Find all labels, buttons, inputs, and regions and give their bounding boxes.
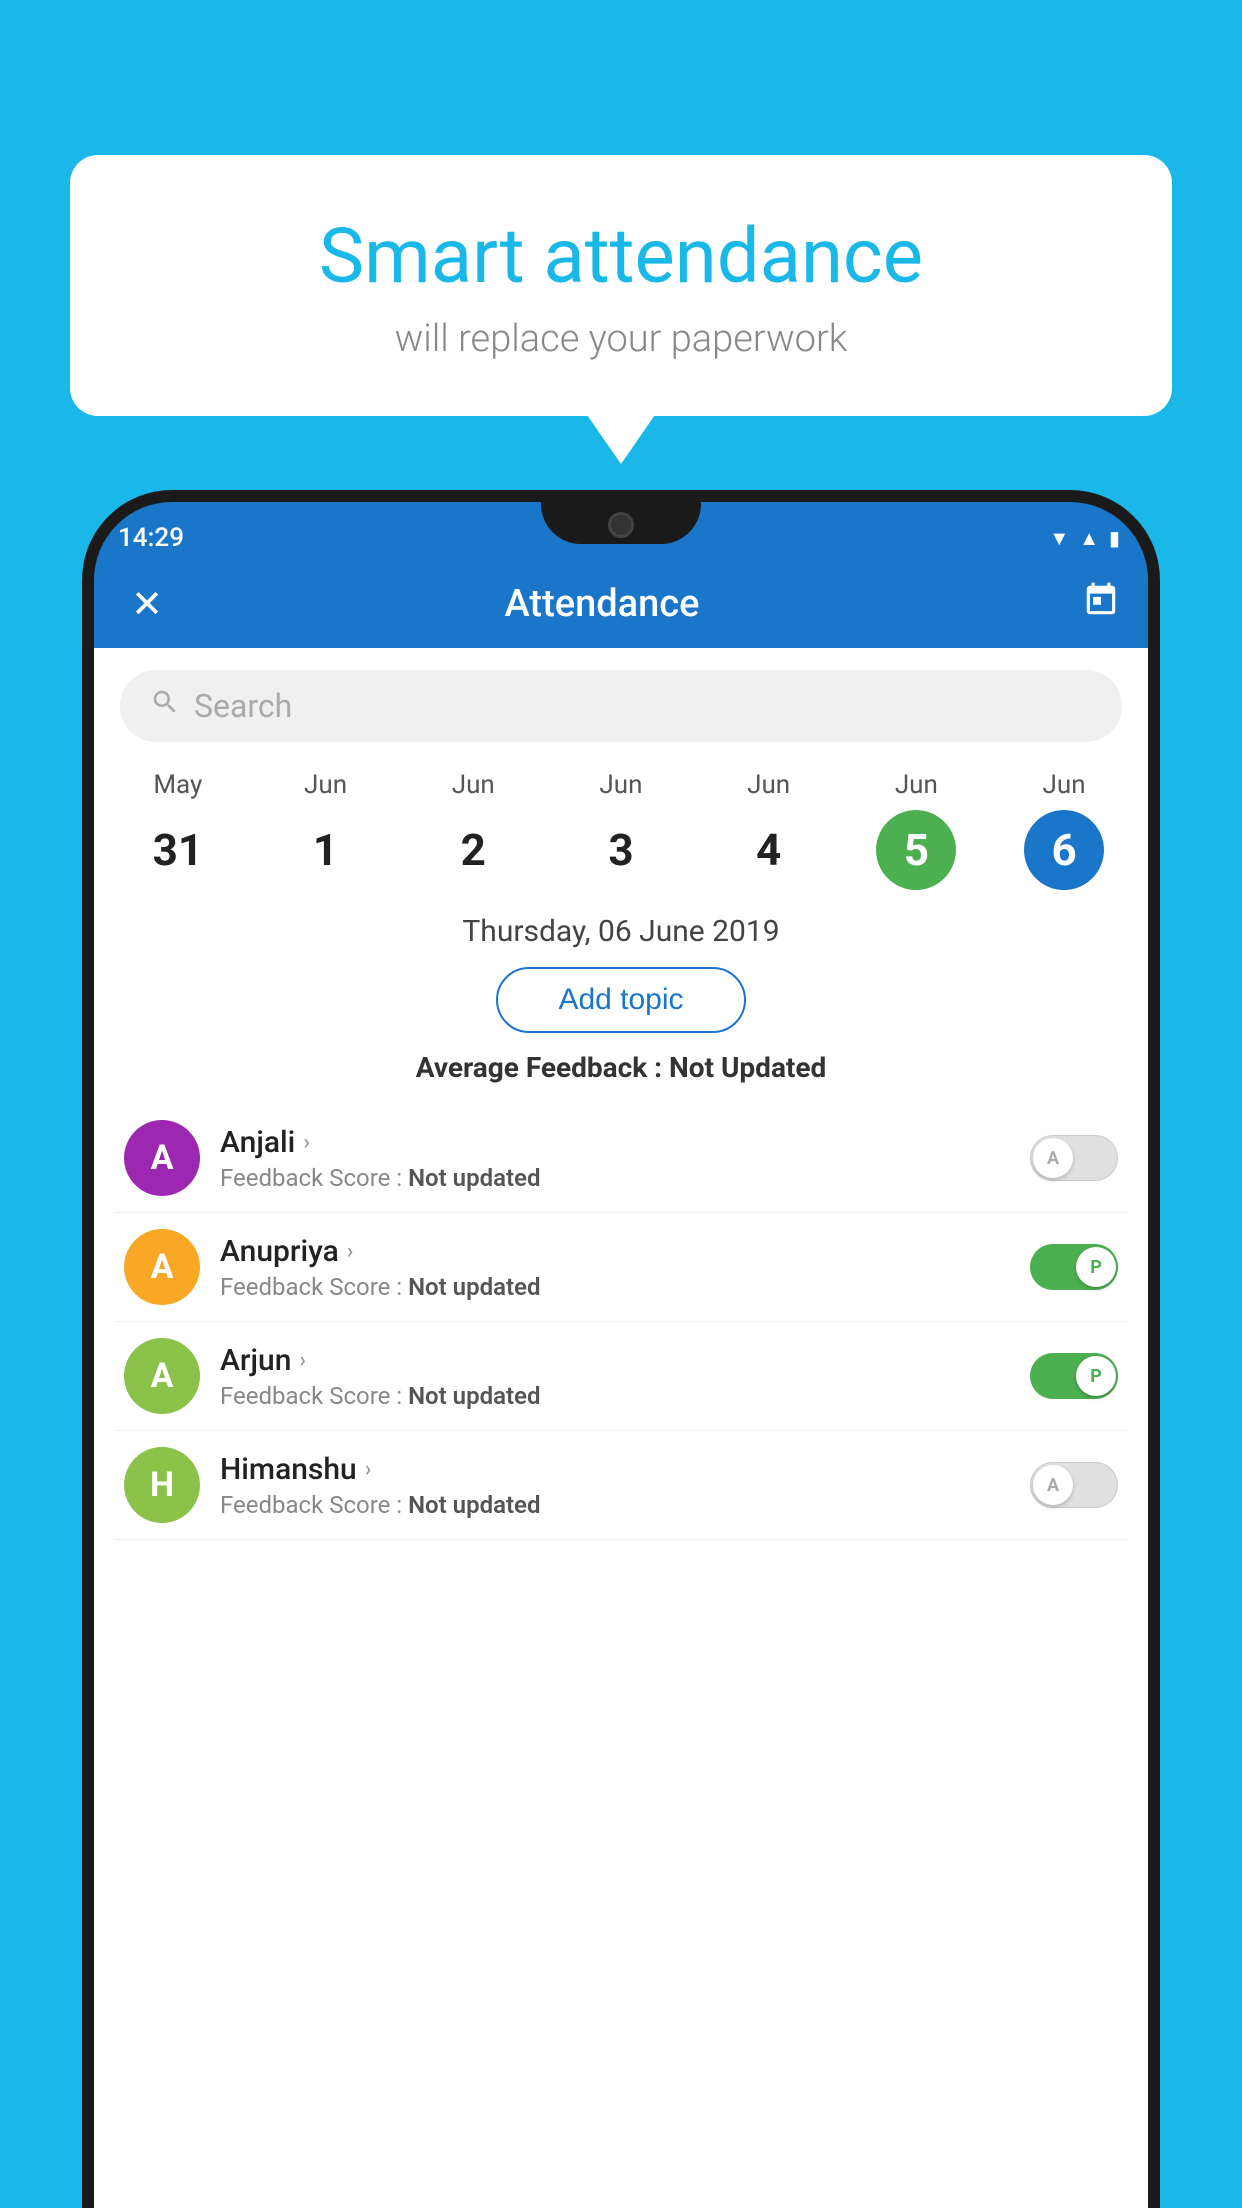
app-bar: ✕ Attendance xyxy=(94,560,1148,648)
cal-month-label: Jun xyxy=(1043,770,1086,800)
student-info: Himanshu › Feedback Score : Not updated xyxy=(220,1452,1010,1519)
avatar: A xyxy=(124,1229,200,1305)
cal-month-label: Jun xyxy=(304,770,347,800)
student-row[interactable]: A Arjun › Feedback Score : Not updated P xyxy=(114,1322,1128,1431)
toggle-knob: P xyxy=(1076,1356,1116,1396)
avatar: A xyxy=(124,1120,200,1196)
cal-month-label: Jun xyxy=(895,770,938,800)
phone-inner: 14:29 ▼ ▲ ▮ ✕ Attendance xyxy=(94,502,1148,2208)
speech-bubble-container: Smart attendance will replace your paper… xyxy=(70,155,1172,416)
cal-month-label: Jun xyxy=(747,770,790,800)
student-info: Arjun › Feedback Score : Not updated xyxy=(220,1343,1010,1410)
avg-feedback-value: Not Updated xyxy=(669,1051,826,1084)
toggle-knob: A xyxy=(1033,1138,1073,1178)
chevron-icon: › xyxy=(365,1457,372,1482)
status-icons: ▼ ▲ ▮ xyxy=(1049,512,1120,551)
student-row[interactable]: H Himanshu › Feedback Score : Not updated A xyxy=(114,1431,1128,1540)
feedback-score: Feedback Score : Not updated xyxy=(220,1273,1010,1301)
toggle-switch[interactable]: P xyxy=(1030,1353,1118,1399)
phone-notch xyxy=(541,502,701,544)
student-row[interactable]: A Anupriya › Feedback Score : Not updated P xyxy=(114,1213,1128,1322)
student-name: Anjali › xyxy=(220,1125,1010,1160)
signal-icon: ▲ xyxy=(1079,526,1099,551)
cal-date-number[interactable]: 3 xyxy=(581,810,661,890)
calendar-day[interactable]: May 31 xyxy=(128,770,228,890)
wifi-icon: ▼ xyxy=(1049,526,1069,551)
student-row[interactable]: A Anjali › Feedback Score : Not updated A xyxy=(114,1104,1128,1213)
calendar-day[interactable]: Jun 1 xyxy=(276,770,376,890)
calendar-day[interactable]: Jun 5 xyxy=(866,770,966,890)
cal-date-number[interactable]: 31 xyxy=(138,810,218,890)
front-camera xyxy=(608,512,634,538)
search-icon xyxy=(150,687,180,725)
toggle-switch[interactable]: A xyxy=(1030,1462,1118,1508)
attendance-toggle[interactable]: P xyxy=(1030,1353,1118,1399)
cal-date-number[interactable]: 4 xyxy=(729,810,809,890)
search-placeholder: Search xyxy=(194,687,292,725)
search-bar[interactable]: Search xyxy=(120,670,1122,742)
chevron-icon: › xyxy=(303,1130,310,1155)
feedback-score: Feedback Score : Not updated xyxy=(220,1164,1010,1192)
cal-month-label: Jun xyxy=(452,770,495,800)
student-info: Anupriya › Feedback Score : Not updated xyxy=(220,1234,1010,1301)
calendar-day[interactable]: Jun 6 xyxy=(1014,770,1114,890)
attendance-toggle[interactable]: P xyxy=(1030,1244,1118,1290)
phone-frame: 14:29 ▼ ▲ ▮ ✕ Attendance xyxy=(82,490,1160,2208)
feedback-score: Feedback Score : Not updated xyxy=(220,1382,1010,1410)
app-bar-title: Attendance xyxy=(122,582,1082,626)
calendar-day[interactable]: Jun 3 xyxy=(571,770,671,890)
attendance-toggle[interactable]: A xyxy=(1030,1462,1118,1508)
student-name: Anupriya › xyxy=(220,1234,1010,1269)
battery-icon: ▮ xyxy=(1109,526,1120,550)
avg-feedback-label: Average Feedback : xyxy=(416,1051,662,1084)
speech-bubble: Smart attendance will replace your paper… xyxy=(70,155,1172,416)
feedback-score: Feedback Score : Not updated xyxy=(220,1491,1010,1519)
chevron-icon: › xyxy=(299,1348,306,1373)
student-info: Anjali › Feedback Score : Not updated xyxy=(220,1125,1010,1192)
toggle-knob: P xyxy=(1076,1247,1116,1287)
avg-feedback: Average Feedback : Not Updated xyxy=(94,1051,1148,1084)
cal-month-label: May xyxy=(153,770,202,800)
screen-content: Search May 31 Jun 1 Jun 2 Jun 3 Jun 4 Jun 5 Jun 6 Thu… xyxy=(94,648,1148,2208)
student-list: AAnjali ›Feedback Score : Not updatedAAA… xyxy=(94,1104,1148,1540)
bubble-title: Smart attendance xyxy=(140,215,1102,299)
calendar-icon[interactable] xyxy=(1082,581,1120,628)
cal-date-number[interactable]: 1 xyxy=(286,810,366,890)
avatar: H xyxy=(124,1447,200,1523)
calendar-strip: May 31 Jun 1 Jun 2 Jun 3 Jun 4 Jun 5 Jun 6 xyxy=(94,760,1148,908)
calendar-day[interactable]: Jun 2 xyxy=(423,770,523,890)
status-time: 14:29 xyxy=(118,509,184,553)
toggle-knob: A xyxy=(1033,1465,1073,1505)
cal-date-number[interactable]: 6 xyxy=(1024,810,1104,890)
selected-date: Thursday, 06 June 2019 xyxy=(94,914,1148,949)
attendance-toggle[interactable]: A xyxy=(1030,1135,1118,1181)
chevron-icon: › xyxy=(347,1239,354,1264)
cal-date-number[interactable]: 5 xyxy=(876,810,956,890)
toggle-switch[interactable]: A xyxy=(1030,1135,1118,1181)
bubble-subtitle: will replace your paperwork xyxy=(140,317,1102,361)
calendar-day[interactable]: Jun 4 xyxy=(719,770,819,890)
cal-month-label: Jun xyxy=(599,770,642,800)
toggle-switch[interactable]: P xyxy=(1030,1244,1118,1290)
student-name: Arjun › xyxy=(220,1343,1010,1378)
student-name: Himanshu › xyxy=(220,1452,1010,1487)
avatar: A xyxy=(124,1338,200,1414)
add-topic-button[interactable]: Add topic xyxy=(496,967,745,1033)
cal-date-number[interactable]: 2 xyxy=(433,810,513,890)
